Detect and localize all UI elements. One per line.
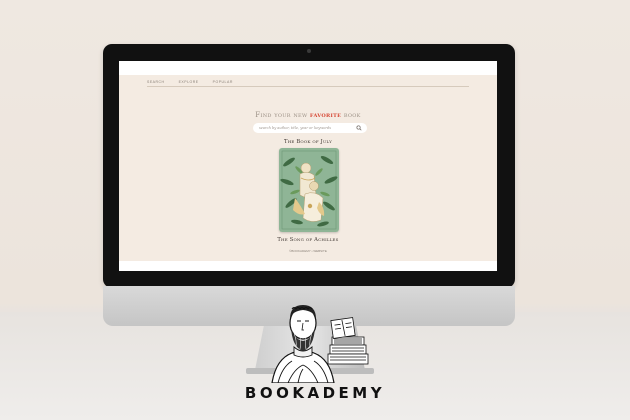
book-title-top[interactable]: The Book of July	[119, 139, 497, 145]
nav-item-popular[interactable]: Popular	[213, 80, 233, 84]
book-cover-art	[279, 148, 339, 232]
browser-top-bar	[119, 61, 497, 75]
headline-accent: favorite	[309, 110, 342, 119]
book-title-bottom[interactable]: The Song of Achilles	[119, 237, 497, 243]
camera-icon	[307, 49, 311, 53]
search-icon[interactable]	[356, 125, 362, 131]
headline-text-end: book	[343, 111, 361, 119]
nav-item-explore[interactable]: Explore	[179, 80, 199, 84]
website-screen: Search Explore Popular Find your new fav…	[119, 61, 497, 271]
main-nav: Search Explore Popular	[147, 80, 233, 84]
book-cover[interactable]	[279, 148, 339, 232]
headline-text-start: Find your new	[255, 111, 308, 119]
search-input[interactable]	[259, 123, 349, 133]
site-footer-text: ©BOOKADEMY • WEBSITE	[289, 249, 327, 253]
brand-logo-text: BOOKADEMY	[244, 384, 386, 402]
nav-divider	[147, 86, 469, 87]
bookademy-logo-bust	[271, 305, 369, 383]
browser-bottom-bar	[119, 261, 497, 271]
hero-headline: Find your new favorite book	[119, 110, 497, 119]
search-bar	[253, 123, 367, 133]
nav-item-search[interactable]: Search	[147, 80, 165, 84]
